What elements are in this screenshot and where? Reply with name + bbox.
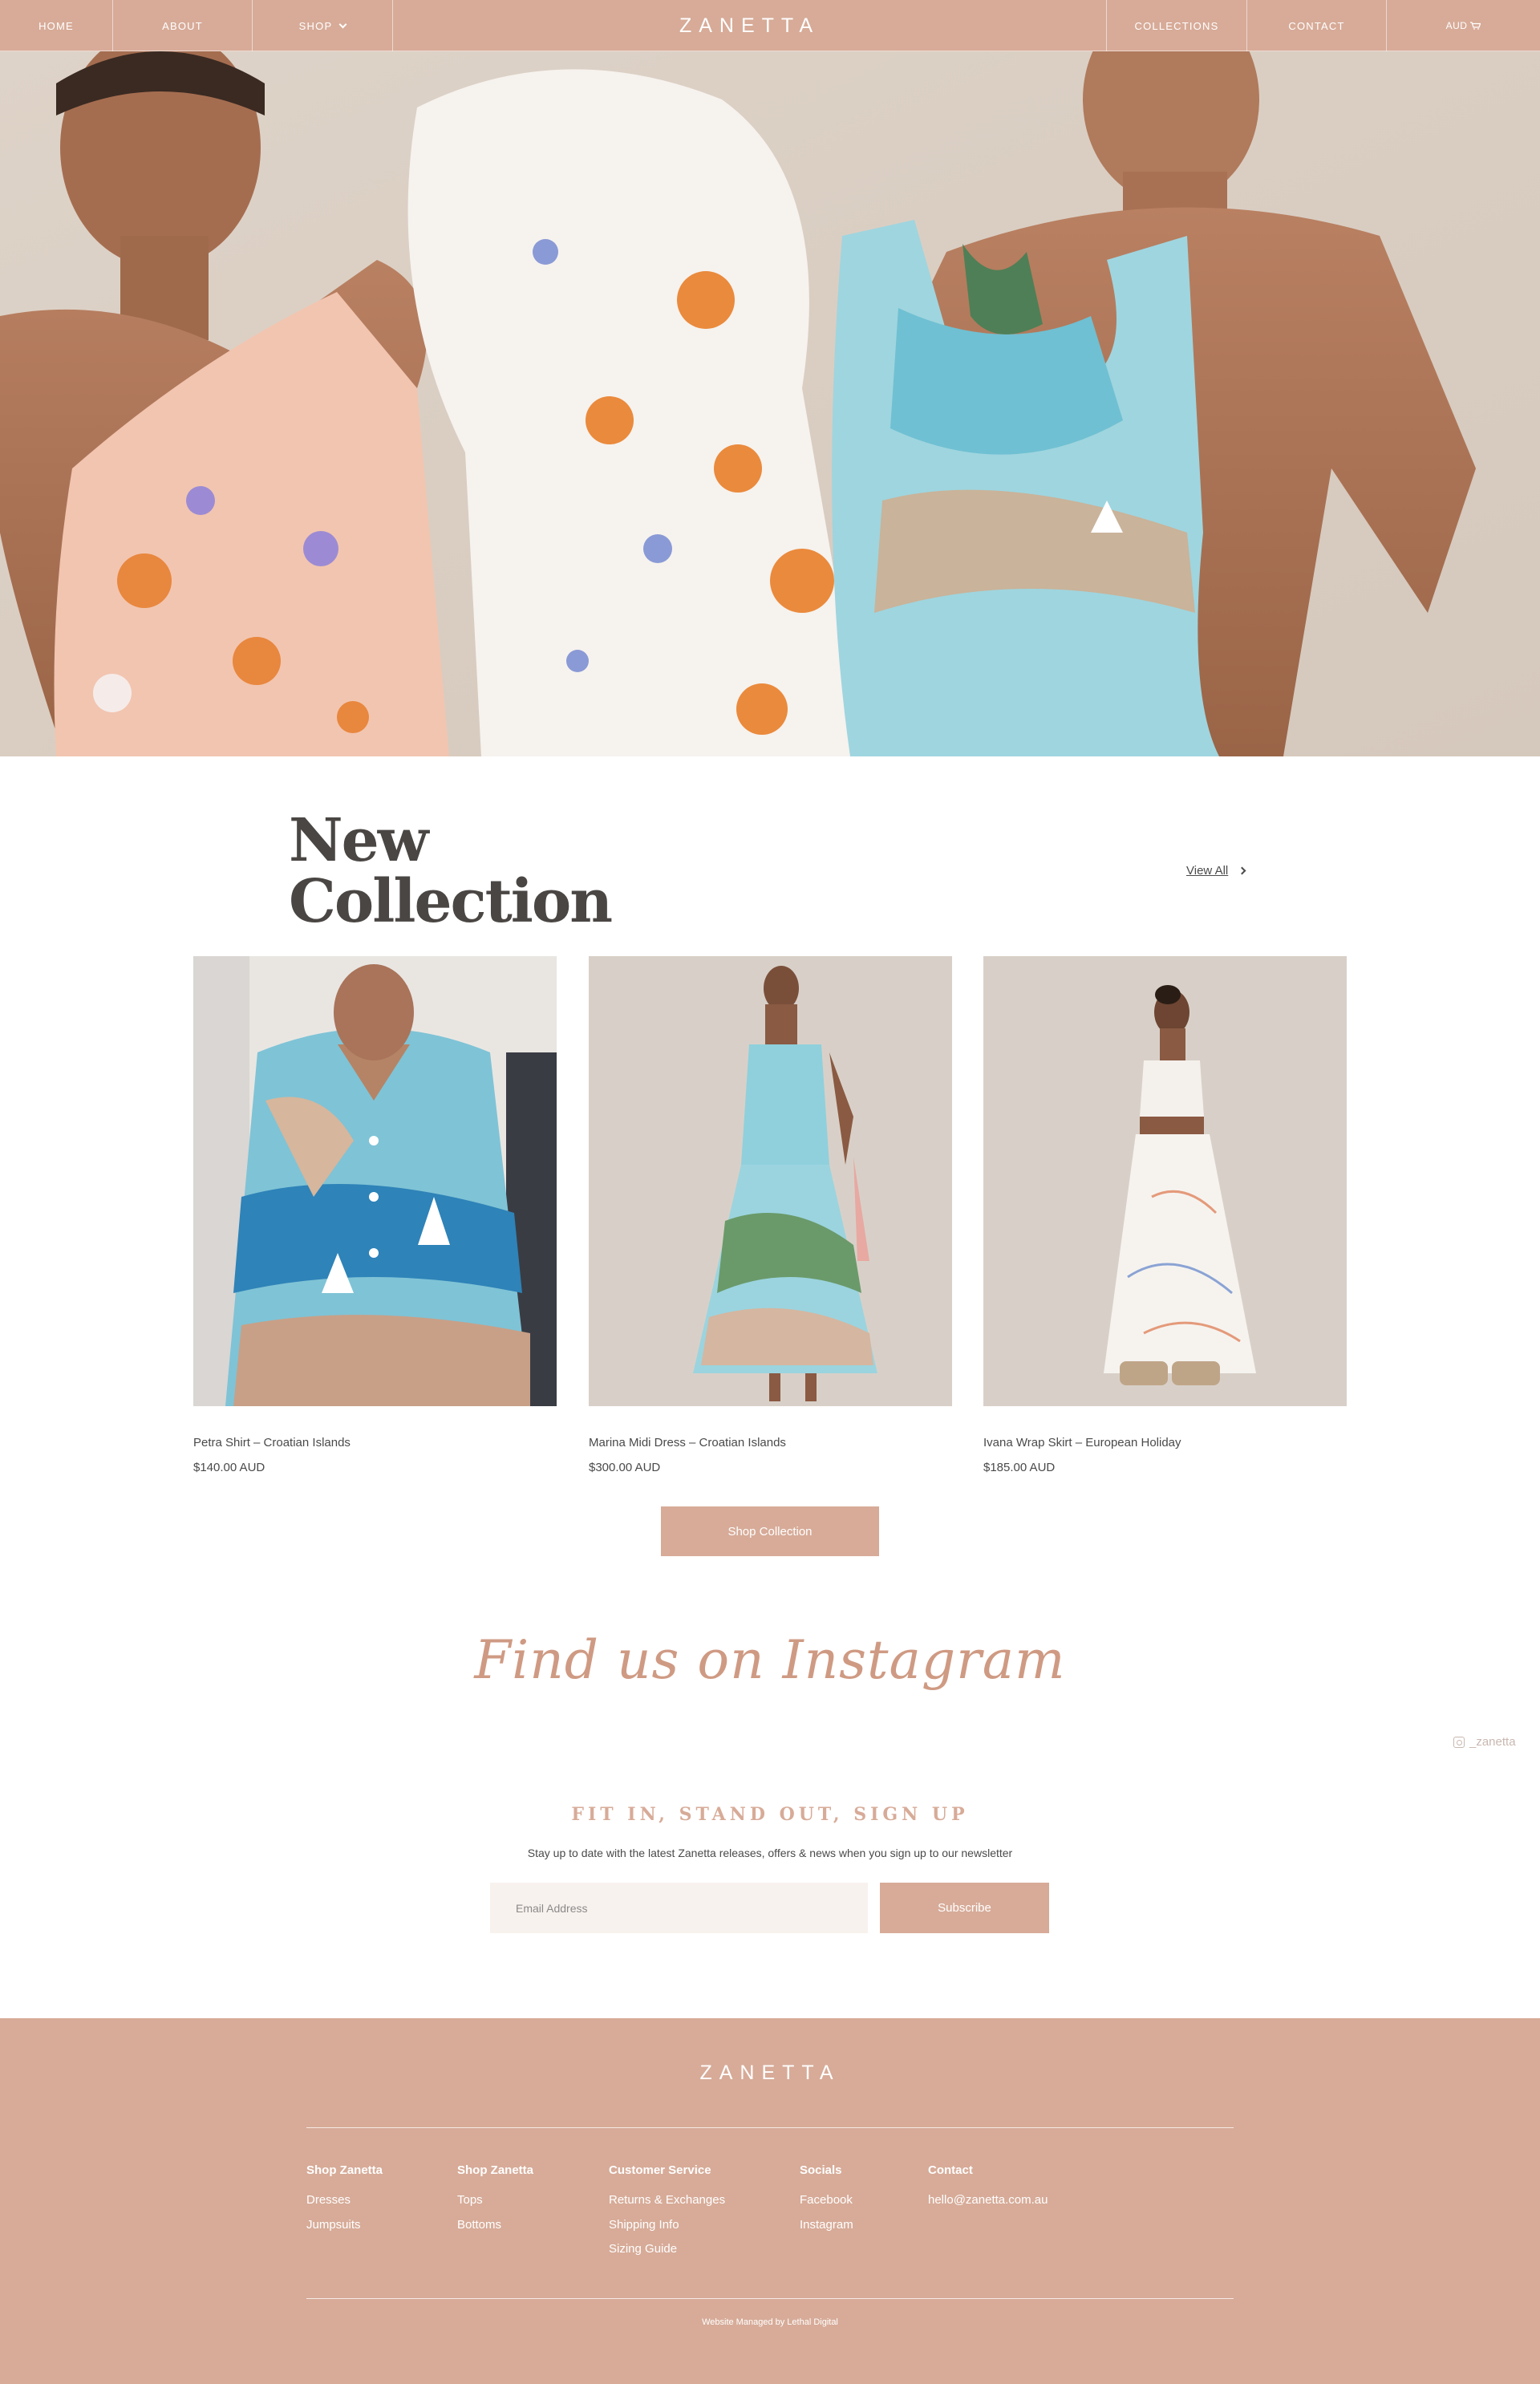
nav-about[interactable]: ABOUT (113, 0, 253, 51)
product-image[interactable] (589, 956, 952, 1406)
product-image[interactable] (193, 956, 557, 1406)
site-footer: ZANETTA Shop Zanetta Dresses Jumpsuits S… (0, 2018, 1540, 2384)
currency-cart[interactable]: AUD (1387, 0, 1540, 51)
product-price: $140.00 AUD (193, 1461, 265, 1474)
footer-column: Socials Facebook Instagram (800, 2163, 853, 2237)
footer-column: Customer Service Returns & Exchanges Shi… (609, 2163, 725, 2262)
view-all-link[interactable]: View All (1186, 864, 1246, 878)
footer-divider (306, 2298, 1234, 2299)
top-nav: HOME ABOUT SHOP ZANETTA COLLECTIONS CONT… (0, 0, 1540, 51)
instagram-heading-text: Find us on Instagram (473, 1629, 1065, 1691)
product-name[interactable]: Ivana Wrap Skirt – European Holiday (983, 1436, 1347, 1449)
product-card[interactable]: Marina Midi Dress – Croatian Islands $30… (589, 956, 952, 1474)
footer-link-facebook[interactable]: Facebook (800, 2188, 853, 2213)
product-card[interactable]: Petra Shirt – Croatian Islands $140.00 A… (193, 956, 557, 1474)
product-image[interactable] (983, 956, 1347, 1406)
chevron-down-icon (338, 20, 347, 28)
email-field[interactable] (490, 1883, 868, 1933)
footer-column-heading: Socials (800, 2163, 842, 2177)
footer-link-bottoms[interactable]: Bottoms (457, 2213, 533, 2238)
cart-icon (1470, 22, 1481, 30)
section-title-new-collection: New Collection (289, 810, 613, 932)
currency-label: AUD (1445, 20, 1468, 31)
subscribe-button[interactable]: Subscribe (880, 1883, 1049, 1933)
footer-link-sizing[interactable]: Sizing Guide (609, 2237, 725, 2262)
site-logo[interactable]: ZANETTA (393, 0, 1107, 51)
footer-link-instagram[interactable]: Instagram (800, 2213, 853, 2238)
product-card[interactable]: Ivana Wrap Skirt – European Holiday $185… (983, 956, 1347, 1474)
footer-column: Contact hello@zanetta.com.au (928, 2163, 1048, 2213)
footer-logo[interactable]: ZANETTA (0, 2062, 1540, 2085)
instagram-handle-link[interactable]: _zanetta (1453, 1735, 1516, 1749)
nav-shop[interactable]: SHOP (253, 0, 393, 51)
product-price: $185.00 AUD (983, 1461, 1056, 1474)
nav-collections[interactable]: COLLECTIONS (1107, 0, 1247, 51)
footer-column-heading: Customer Service (609, 2163, 711, 2177)
footer-link-email[interactable]: hello@zanetta.com.au (928, 2188, 1048, 2213)
chevron-right-icon (1238, 866, 1246, 875)
newsletter-title: FIT IN, STAND OUT, SIGN UP (571, 1804, 969, 1825)
footer-link-shipping[interactable]: Shipping Info (609, 2213, 725, 2238)
footer-link-jumpsuits[interactable]: Jumpsuits (306, 2213, 383, 2238)
title-line-2: Collection (289, 867, 613, 936)
footer-column-heading: Contact (928, 2163, 973, 2177)
footer-column: Shop Zanetta Dresses Jumpsuits (306, 2163, 383, 2237)
footer-divider (306, 2127, 1234, 2128)
footer-column: Shop Zanetta Tops Bottoms (457, 2163, 533, 2237)
view-all-label: View All (1186, 864, 1229, 878)
nav-contact[interactable]: CONTACT (1247, 0, 1387, 51)
footer-link-tops[interactable]: Tops (457, 2188, 533, 2213)
instagram-icon (1453, 1736, 1465, 1748)
title-line-1: New (289, 806, 428, 875)
footer-link-dresses[interactable]: Dresses (306, 2188, 383, 2213)
shop-collection-button[interactable]: Shop Collection (661, 1506, 879, 1556)
footer-column-heading: Shop Zanetta (457, 2163, 534, 2177)
nav-home[interactable]: HOME (0, 0, 113, 51)
product-price: $300.00 AUD (589, 1461, 661, 1474)
hero-image (0, 51, 1540, 756)
instagram-handle: _zanetta (1469, 1735, 1516, 1749)
product-name[interactable]: Petra Shirt – Croatian Islands (193, 1436, 557, 1449)
instagram-heading: Find us on Instagram (0, 1598, 1540, 1718)
footer-link-returns[interactable]: Returns & Exchanges (609, 2188, 725, 2213)
newsletter-subtitle: Stay up to date with the latest Zanetta … (527, 1847, 1013, 1859)
footer-column-heading: Shop Zanetta (306, 2163, 383, 2177)
nav-shop-label: SHOP (298, 19, 333, 32)
footer-credit[interactable]: Website Managed by Lethal Digital (0, 2317, 1540, 2327)
product-name[interactable]: Marina Midi Dress – Croatian Islands (589, 1436, 952, 1449)
